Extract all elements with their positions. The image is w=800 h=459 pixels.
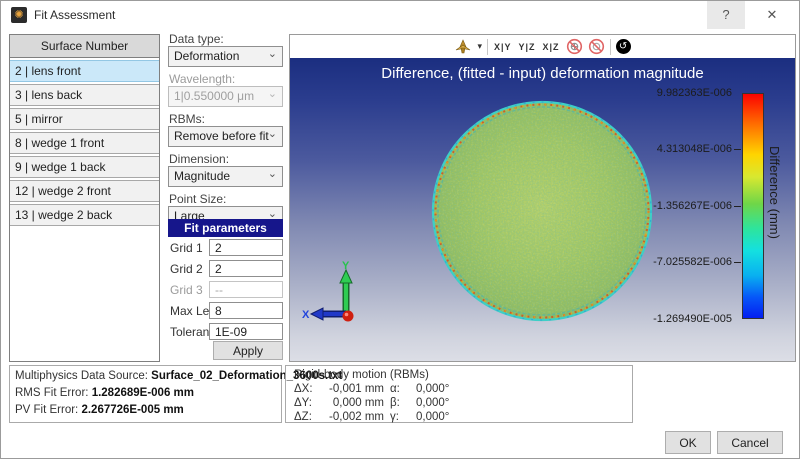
- rms-fit-error-label: RMS Fit Error:: [15, 387, 88, 399]
- chevron-down-icon: ⌄: [268, 85, 277, 104]
- view-xy-button[interactable]: X|Y: [493, 42, 513, 52]
- window-title: Fit Assessment: [34, 8, 115, 22]
- cancel-button[interactable]: Cancel: [717, 431, 783, 454]
- ok-button[interactable]: OK: [665, 431, 711, 454]
- rbm-dx-label: ΔX:: [294, 383, 318, 395]
- wavelength-value: 1|0.550000 μm: [174, 89, 254, 103]
- plot-area[interactable]: Difference, (fitted - input) deformation…: [290, 58, 795, 361]
- view-xz-button[interactable]: X|Z: [542, 42, 561, 52]
- rbm-dx-value: -0,001 mm: [318, 383, 390, 395]
- rbm-gamma-label: γ:: [390, 411, 416, 423]
- rbms-value: Remove before fit: [174, 129, 269, 143]
- orientation-widget-icon[interactable]: [454, 39, 472, 55]
- viewer-toolbar: ▾ X|Y Y|Z X|Z ↺: [290, 35, 795, 58]
- point-size-label: Point Size:: [169, 192, 226, 206]
- rms-fit-error-line: RMS Fit Error: 1.282689E-006 mm: [15, 387, 281, 399]
- wavelength-select: 1|0.550000 μm ⌄: [168, 86, 283, 107]
- data-source-line: Multiphysics Data Source: Surface_02_Def…: [15, 370, 281, 382]
- fit-assessment-dialog: ✺ Fit Assessment ? ✕ Surface Number 2 | …: [0, 0, 800, 459]
- z-axis-origin-dot: [343, 311, 354, 322]
- max-level-input[interactable]: [209, 302, 283, 319]
- title-bar: ✺ Fit Assessment ? ✕: [1, 1, 799, 29]
- rbm-dz-label: ΔZ:: [294, 411, 318, 423]
- colorbar-tick-label: 9.982363E-006: [642, 87, 732, 99]
- data-type-value: Deformation: [174, 49, 239, 63]
- surface-row-wedge2-back[interactable]: 13 | wedge 2 back: [10, 204, 159, 226]
- x-axis-label: X: [302, 309, 310, 321]
- deformation-point-cloud: [430, 99, 654, 323]
- chevron-down-icon: ⌄: [268, 125, 277, 144]
- disable-rotation-icon[interactable]: [566, 38, 583, 55]
- rbm-dz-value: -0,002 mm: [318, 411, 390, 423]
- colorbar-tick-label: -1.356267E-006: [642, 200, 732, 212]
- pv-fit-error-line: PV Fit Error: 2.267726E-005 mm: [15, 404, 281, 416]
- colorbar-tick-label: 4.313048E-006: [642, 143, 732, 155]
- colorbar-tick: [734, 206, 741, 207]
- rbm-panel: Rigid-body motion (RBMs) ΔX: -0,001 mm α…: [285, 365, 633, 423]
- toolbar-separator: [487, 39, 488, 55]
- pv-fit-error-label: PV Fit Error:: [15, 404, 78, 416]
- surface-table-header: Surface Number: [10, 35, 159, 58]
- grid1-input[interactable]: [209, 239, 283, 256]
- surface-row-lens-back[interactable]: 3 | lens back: [10, 84, 159, 106]
- rbm-alpha-label: α:: [390, 383, 416, 395]
- data-type-label: Data type:: [169, 32, 224, 46]
- wavelength-label: Wavelength:: [169, 72, 235, 86]
- rbm-gamma-value: 0,000°: [416, 411, 468, 423]
- tolerance-input[interactable]: [209, 323, 283, 340]
- view-yz-button[interactable]: Y|Z: [518, 42, 537, 52]
- pv-fit-error-value: 2.267726E-005 mm: [81, 404, 183, 416]
- rbm-dy-label: ΔY:: [294, 397, 318, 409]
- fit-parameters-header: Fit parameters: [168, 219, 283, 237]
- dimension-label: Dimension:: [169, 152, 229, 166]
- close-button[interactable]: ✕: [753, 1, 791, 29]
- colorbar-tick: [734, 149, 741, 150]
- rbm-values-grid: ΔX: -0,001 mm α: 0,000° ΔY: 0,000 mm β: …: [294, 383, 632, 423]
- surface-row-wedge1-front[interactable]: 8 | wedge 1 front: [10, 132, 159, 154]
- surface-row-wedge1-back[interactable]: 9 | wedge 1 back: [10, 156, 159, 178]
- chevron-down-icon: ⌄: [268, 165, 277, 184]
- colorbar-tick-label: -1.269490E-005: [642, 313, 732, 325]
- dimension-value: Magnitude: [174, 169, 230, 183]
- app-icon: ✺: [11, 7, 27, 23]
- dimension-select[interactable]: Magnitude ⌄: [168, 166, 283, 187]
- colorbar-tick: [734, 262, 741, 263]
- apply-button[interactable]: Apply: [213, 341, 283, 360]
- rbm-dy-value: 0,000 mm: [318, 397, 390, 409]
- fit-results-panel: Multiphysics Data Source: Surface_02_Def…: [9, 365, 282, 423]
- surface-row-lens-front[interactable]: 2 | lens front: [10, 60, 159, 82]
- surface-row-wedge2-front[interactable]: 12 | wedge 2 front: [10, 180, 159, 202]
- axis-triad: Y X: [300, 256, 374, 330]
- rbm-beta-label: β:: [390, 397, 416, 409]
- rbms-select[interactable]: Remove before fit ⌄: [168, 126, 283, 147]
- grid3-input: [209, 281, 283, 298]
- disable-spin-icon[interactable]: [588, 38, 605, 55]
- rbm-title: Rigid-body motion (RBMs): [294, 369, 632, 381]
- rbm-beta-value: 0,000°: [416, 397, 468, 409]
- toolbar-separator: [610, 39, 611, 55]
- grid2-label: Grid 2: [170, 262, 203, 276]
- colorbar: [742, 93, 764, 319]
- chevron-down-icon: ⌄: [268, 45, 277, 64]
- rms-fit-error-value: 1.282689E-006 mm: [92, 387, 194, 399]
- grid1-label: Grid 1: [170, 241, 203, 255]
- rbms-label: RBMs:: [169, 112, 205, 126]
- grid3-label: Grid 3: [170, 283, 203, 297]
- surface-number-table: Surface Number 2 | lens front 3 | lens b…: [9, 34, 160, 362]
- help-button[interactable]: ?: [707, 1, 745, 29]
- colorbar-axis-label: Difference (mm): [767, 146, 782, 326]
- reset-view-icon[interactable]: ↺: [616, 39, 631, 54]
- data-source-label: Multiphysics Data Source:: [15, 370, 148, 382]
- grid2-input[interactable]: [209, 260, 283, 277]
- plot-title: Difference, (fitted - input) deformation…: [290, 65, 795, 82]
- viewer-panel: ▾ X|Y Y|Z X|Z ↺ Difference, (fitted - in…: [289, 34, 796, 362]
- surface-row-mirror[interactable]: 5 | mirror: [10, 108, 159, 130]
- rbm-alpha-value: 0,000°: [416, 383, 468, 395]
- colorbar-tick-label: -7.025582E-006: [642, 256, 732, 268]
- data-type-select[interactable]: Deformation ⌄: [168, 46, 283, 67]
- caret-down-icon[interactable]: ▾: [477, 41, 482, 52]
